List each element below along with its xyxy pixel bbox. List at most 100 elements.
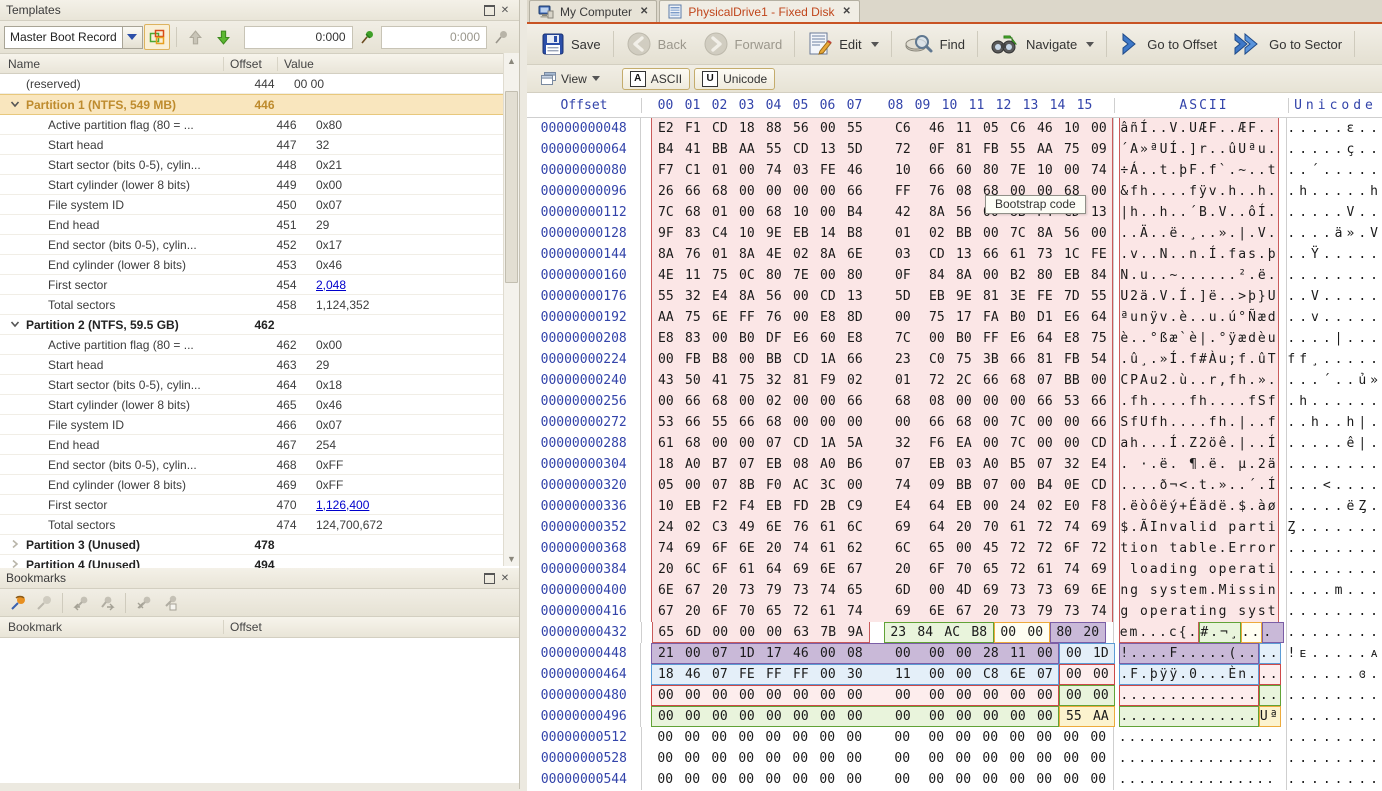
template-tree-row[interactable]: Active partition flag (80 = ...4460x80: [0, 115, 519, 135]
hex-byte[interactable]: 32: [1058, 454, 1085, 475]
hex-byte[interactable]: 68: [679, 433, 706, 454]
hex-byte[interactable]: 65: [923, 538, 950, 559]
hex-byte[interactable]: 7D: [1058, 286, 1085, 307]
hex-byte[interactable]: 00: [1087, 686, 1114, 705]
hex-byte[interactable]: 00: [1031, 433, 1058, 454]
hex-byte[interactable]: 00: [977, 412, 1004, 433]
unicode-text[interactable]: ........: [1287, 748, 1382, 769]
ascii-text[interactable]: è..°ßæ`è|.°ÿædèu: [1114, 328, 1287, 349]
hex-byte[interactable]: 66: [977, 370, 1004, 391]
hex-byte[interactable]: 72: [923, 370, 950, 391]
hex-byte[interactable]: 00: [814, 769, 841, 790]
hex-byte[interactable]: 6D: [868, 580, 923, 601]
template-tree-row[interactable]: Partition 4 (Unused)494: [0, 555, 519, 568]
hex-byte[interactable]: AC: [939, 623, 966, 642]
hex-byte[interactable]: A0: [679, 454, 706, 475]
hex-byte[interactable]: 65: [653, 622, 680, 642]
scrollbar-up-arrow[interactable]: ▲: [504, 53, 519, 68]
template-tree-row[interactable]: End head45129: [0, 215, 519, 235]
ascii-segment-boot[interactable]: ah...Í.Z2öê.|..Í: [1119, 433, 1278, 454]
hex-byte[interactable]: 20: [868, 559, 923, 580]
hex-byte[interactable]: 00: [868, 727, 923, 748]
ascii-segment[interactable]: ................: [1119, 769, 1276, 790]
hex-byte[interactable]: E8: [814, 307, 841, 328]
template-tree-row[interactable]: Start cylinder (lower 8 bits)4490x00: [0, 175, 519, 195]
hex-byte[interactable]: 07: [1031, 665, 1058, 684]
hex-byte[interactable]: 6E: [706, 307, 733, 328]
hex-byte[interactable]: 6F: [706, 538, 733, 559]
hex-byte[interactable]: 00: [1058, 412, 1085, 433]
hex-byte[interactable]: 00: [1004, 769, 1031, 790]
hex-byte[interactable]: EA: [950, 433, 977, 454]
hex-byte[interactable]: 00: [923, 707, 950, 726]
hex-byte[interactable]: 00: [706, 686, 733, 705]
hex-byte[interactable]: 68: [760, 202, 787, 223]
hex-byte[interactable]: 56: [1058, 223, 1085, 244]
hex-byte[interactable]: 26: [652, 181, 679, 202]
hex-byte[interactable]: 9A: [842, 622, 869, 642]
hex-byte[interactable]: 17: [760, 644, 787, 663]
unicode-text[interactable]: .....ҫ..: [1287, 139, 1382, 160]
hex-row[interactable]: 000000001448A76018A4E028A6E03CD136661731…: [527, 244, 1382, 265]
hex-byte[interactable]: 00: [706, 748, 733, 769]
hex-byte[interactable]: 00: [1058, 433, 1085, 454]
chevron-down-icon[interactable]: [8, 97, 22, 111]
hex-byte[interactable]: 8D: [841, 307, 868, 328]
hex-byte[interactable]: 20: [950, 517, 977, 538]
hex-byte[interactable]: 00: [679, 686, 706, 705]
ascii-segment-boot[interactable]: CPAu2.ù..r,fh.».: [1119, 370, 1278, 391]
overlay-templates-button[interactable]: [144, 24, 170, 50]
hex-byte[interactable]: EB: [760, 496, 787, 517]
hex-byte[interactable]: FE: [1031, 286, 1058, 307]
add-bookmark-icon[interactable]: [6, 592, 30, 614]
unicode-text[interactable]: ........: [1287, 601, 1382, 622]
hex-byte[interactable]: AC: [787, 475, 814, 496]
hex-byte[interactable]: FB: [977, 139, 1004, 160]
hex-byte[interactable]: CD: [814, 286, 841, 307]
ascii-segment-boot[interactable]: .û¸.»Í.f#Àu;f.ûT: [1119, 349, 1278, 370]
hex-byte[interactable]: 00: [652, 349, 679, 370]
hex-row[interactable]: 00000000464184607FEFFFF0030110000C86E070…: [527, 664, 1382, 685]
hex-byte[interactable]: B0: [1004, 307, 1031, 328]
hex-byte[interactable]: 07: [706, 665, 733, 684]
hex-byte[interactable]: E2: [652, 118, 679, 139]
hex-row[interactable]: 00000000384206C6F6164696E67206F706572617…: [527, 559, 1382, 580]
hex-byte[interactable]: 74: [1085, 160, 1112, 181]
ascii-text[interactable]: ................: [1114, 727, 1288, 748]
hex-byte[interactable]: AA: [652, 307, 679, 328]
hex-byte[interactable]: 00: [1085, 181, 1112, 202]
template-tree-row[interactable]: Start head46329: [0, 355, 519, 375]
ascii-segment-boot[interactable]: ....ð¬<.t.»..´.Í: [1119, 475, 1278, 496]
hex-byte[interactable]: 00: [977, 223, 1004, 244]
template-tree-row[interactable]: Start head44732: [0, 135, 519, 155]
hex-byte[interactable]: 61: [814, 538, 841, 559]
hex-byte[interactable]: 6E: [652, 580, 679, 601]
hex-byte[interactable]: 69: [1085, 517, 1112, 538]
hex-byte[interactable]: 00: [787, 727, 814, 748]
ascii-text[interactable]: ÷Á..t.þF.f`.~..t: [1114, 160, 1287, 181]
hex-byte[interactable]: 68: [706, 391, 733, 412]
hex-byte[interactable]: 20: [760, 538, 787, 559]
hex-byte[interactable]: 00: [950, 644, 977, 663]
template-offset-field[interactable]: 0:000: [244, 26, 352, 49]
hex-byte[interactable]: 00: [814, 727, 841, 748]
hex-byte[interactable]: 83: [679, 328, 706, 349]
hex-byte[interactable]: 50: [679, 370, 706, 391]
hex-byte[interactable]: 05: [652, 475, 679, 496]
hex-byte[interactable]: 67: [652, 601, 679, 622]
hex-byte[interactable]: 00: [977, 769, 1004, 790]
hex-byte[interactable]: 66: [1031, 391, 1058, 412]
hex-byte[interactable]: 00: [841, 727, 868, 748]
hex-byte[interactable]: 10: [1031, 160, 1058, 181]
hex-byte[interactable]: 00: [733, 727, 760, 748]
hex-byte[interactable]: 00: [923, 644, 950, 663]
unicode-text[interactable]: .h.....h: [1287, 181, 1382, 202]
unicode-text[interactable]: ..´.....: [1287, 160, 1382, 181]
hex-byte[interactable]: 00: [1085, 370, 1112, 391]
hex-byte[interactable]: 56: [787, 118, 814, 139]
hex-byte[interactable]: CD: [787, 139, 814, 160]
hex-row[interactable]: 0000000052800000000000000000000000000000…: [527, 748, 1382, 769]
hex-byte[interactable]: 00: [1031, 769, 1058, 790]
hex-byte[interactable]: 4E: [760, 244, 787, 265]
unicode-text[interactable]: .h......: [1287, 391, 1382, 412]
